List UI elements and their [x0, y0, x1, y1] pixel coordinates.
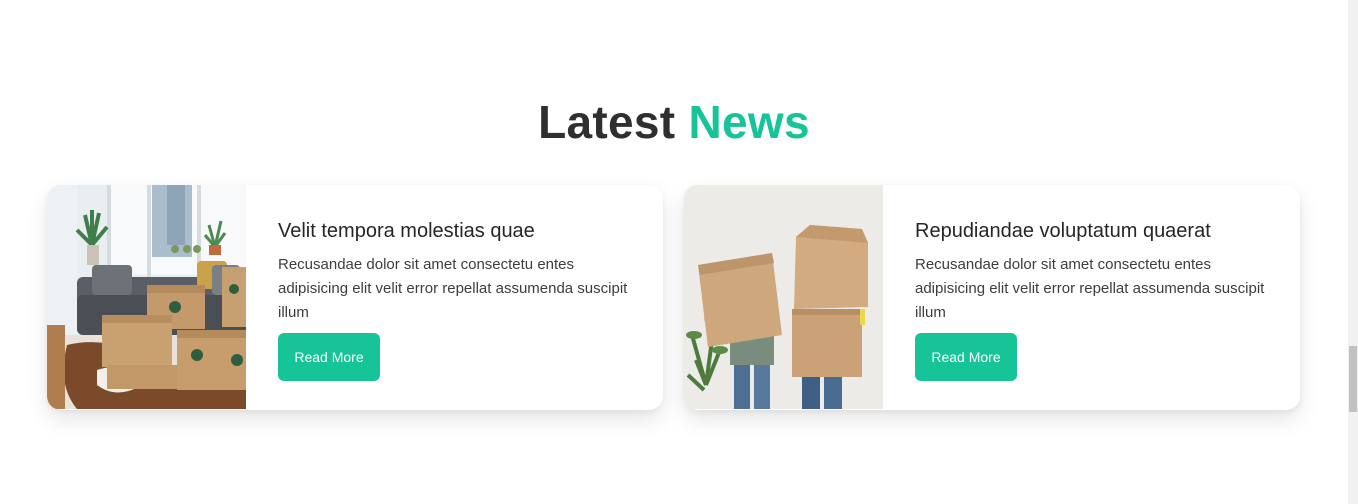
- news-card-title[interactable]: Velit tempora molestias quae: [278, 217, 638, 245]
- read-more-button[interactable]: Read More: [915, 333, 1017, 381]
- section-title-main: Latest: [538, 96, 676, 148]
- page-scrollbar-thumb[interactable]: [1349, 346, 1357, 412]
- news-card: Velit tempora molestias quae Recusandae …: [47, 185, 663, 410]
- page-scrollbar-track[interactable]: [1348, 0, 1358, 504]
- news-card-image[interactable]: [47, 185, 246, 409]
- moving-boxes-living-room-photo: [47, 185, 246, 409]
- news-card-body: Velit tempora molestias quae Recusandae …: [278, 217, 638, 381]
- latest-news-page: Latest News Velit tempora molestias quae…: [0, 0, 1358, 504]
- news-card-excerpt: Recusandae dolor sit amet consectetu ent…: [278, 256, 628, 321]
- news-card: Repudiandae voluptatum quaerat Recusanda…: [684, 185, 1300, 410]
- news-card-image[interactable]: [684, 185, 883, 409]
- section-title-accent: News: [688, 96, 810, 148]
- section-title: Latest News: [0, 92, 1348, 152]
- news-card-excerpt: Recusandae dolor sit amet consectetu ent…: [915, 256, 1265, 321]
- read-more-button[interactable]: Read More: [278, 333, 380, 381]
- news-card-title[interactable]: Repudiandae voluptatum quaerat: [915, 217, 1275, 245]
- news-card-body: Repudiandae voluptatum quaerat Recusanda…: [915, 217, 1275, 381]
- people-carrying-boxes-photo: [684, 185, 883, 409]
